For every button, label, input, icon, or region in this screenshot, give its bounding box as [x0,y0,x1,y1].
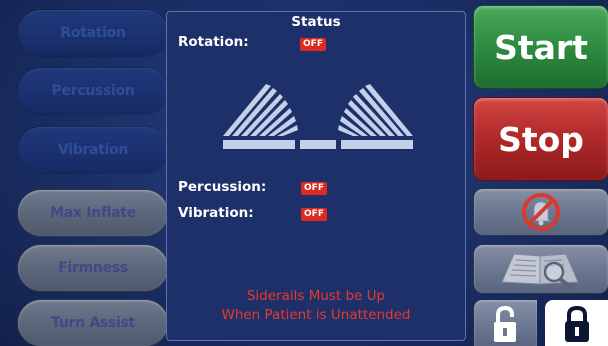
siderails-warning-line1: Siderails Must be Up [246,288,386,304]
max-inflate-button[interactable]: Max Inflate [18,190,168,236]
rotation-status-label: Rotation: [178,34,249,50]
percussion-status-label: Percussion: [178,179,267,195]
alarm-silence-button[interactable] [474,189,608,235]
firmness-button[interactable]: Firmness [18,245,168,291]
bed-rotation-graphic [223,84,413,149]
vibration-status-label: Vibration: [178,205,254,221]
percussion-button[interactable]: Percussion [18,68,168,114]
start-button[interactable]: Start [474,6,608,88]
lock-button[interactable] [545,300,608,346]
manual-button[interactable] [474,245,608,293]
locked-padlock-icon [565,306,589,342]
vibration-status-badge: OFF [301,208,327,221]
status-title: Status [291,14,341,30]
rotation-button[interactable]: Rotation [18,10,168,56]
unlock-button[interactable] [474,300,537,346]
silenced-bell-icon [522,193,560,231]
manual-magnifier-icon [501,253,579,290]
rotation-status-badge: OFF [300,38,326,51]
stop-button[interactable]: Stop [474,98,608,180]
percussion-status-badge: OFF [301,182,327,195]
turn-assist-button[interactable]: Turn Assist [18,300,168,346]
siderails-warning-line2: When Patient is Unattended [221,307,411,323]
vibration-button[interactable]: Vibration [18,127,168,173]
unlocked-padlock-icon [494,306,516,342]
status-panel: Status Rotation: OFF Percussion: OFF Vib… [166,11,466,341]
